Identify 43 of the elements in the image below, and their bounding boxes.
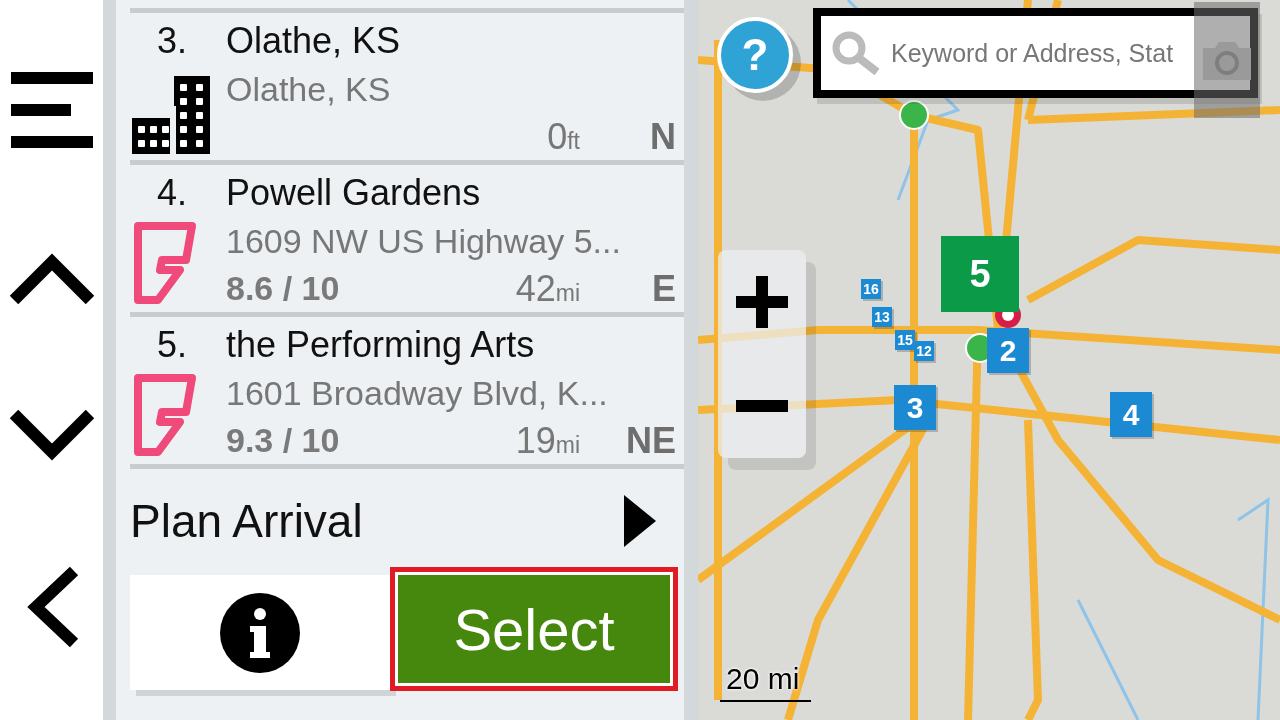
map-flag-marker[interactable]: 5 xyxy=(941,236,1019,312)
result-name[interactable]: Powell Gardens xyxy=(226,172,684,214)
foursquare-icon xyxy=(132,220,198,306)
rating-text: 8.6 / 10 xyxy=(226,269,340,308)
direction-text: NE xyxy=(625,419,676,462)
distance-text: 0ft xyxy=(547,115,580,158)
result-name[interactable]: the Performing Arts xyxy=(226,324,684,366)
result-number: 3. xyxy=(156,20,189,62)
search-field[interactable]: Keyword or Address, Stat xyxy=(891,38,1181,68)
info-icon xyxy=(220,592,300,673)
play-icon xyxy=(624,495,656,547)
result-name[interactable]: Olathe, KS xyxy=(226,20,684,62)
down-button[interactable] xyxy=(8,409,95,462)
result-number: 4. xyxy=(156,172,189,214)
direction-text: N xyxy=(649,115,676,158)
plus-icon xyxy=(736,276,788,328)
camera-button[interactable] xyxy=(1194,2,1260,118)
result-number: 5. xyxy=(156,324,189,366)
map-marker[interactable]: 3 xyxy=(894,385,936,430)
map-marker[interactable]: 16 xyxy=(861,279,881,299)
distance-text: 42mi xyxy=(515,267,580,310)
map-marker[interactable]: 12 xyxy=(914,341,934,361)
rating-text: 9.3 / 10 xyxy=(226,421,340,460)
search-icon xyxy=(831,30,881,76)
result-address: 1609 NW US Highway 5... xyxy=(226,222,622,261)
select-button[interactable]: Select xyxy=(390,567,678,691)
map-scale: 20 mi xyxy=(720,662,812,702)
chevron-up-icon xyxy=(8,252,95,305)
map-marker[interactable]: 4 xyxy=(1110,392,1152,437)
buildings-icon xyxy=(132,76,210,154)
map-marker[interactable]: 15 xyxy=(895,330,915,350)
distance-text: 19mi xyxy=(515,419,580,462)
menu-icon xyxy=(10,72,93,149)
foursquare-icon xyxy=(132,372,198,458)
minus-icon xyxy=(736,400,788,412)
map-marker[interactable]: 13 xyxy=(872,307,892,327)
result-address: 1601 Broadway Blvd, K... xyxy=(226,374,609,413)
up-button[interactable] xyxy=(8,252,95,305)
result-address: Olathe, KS xyxy=(226,70,392,109)
menu-button[interactable] xyxy=(10,72,93,149)
direction-text: E xyxy=(651,267,676,310)
chevron-down-icon xyxy=(8,409,95,462)
map-marker[interactable]: 2 xyxy=(987,328,1029,373)
